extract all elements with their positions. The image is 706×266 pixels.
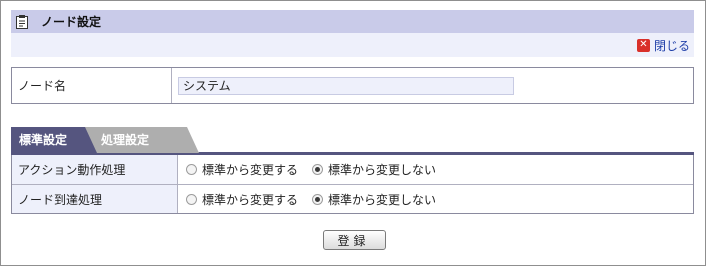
radio-label: 標準から変更する: [202, 192, 299, 207]
node-arrival-label: ノード到達処理: [12, 185, 178, 213]
page-title: ノード設定: [41, 15, 102, 29]
close-label: 閉じる: [653, 38, 690, 53]
register-button[interactable]: 登録: [323, 230, 386, 250]
action-no-change-option[interactable]: 標準から変更しない: [312, 161, 436, 178]
action-change-option[interactable]: 標準から変更する: [186, 161, 298, 178]
radio-button[interactable]: [186, 164, 197, 175]
settings-table: アクション動作処理 標準から変更する 標準から変更しない ノード到達処理 標準か…: [11, 155, 694, 214]
title-bar: ノード設定: [11, 10, 694, 33]
tab-process-settings[interactable]: 処理設定: [83, 127, 199, 153]
node-arrival-options: 標準から変更する 標準から変更しない: [178, 185, 693, 213]
settings-row: ノード到達処理 標準から変更する 標準から変更しない: [12, 185, 693, 213]
radio-label: 標準から変更しない: [328, 192, 437, 207]
radio-label: 標準から変更する: [202, 163, 299, 177]
action-processing-label: アクション動作処理: [12, 155, 178, 184]
node-name-table: ノード名: [11, 67, 694, 104]
document-icon: [16, 14, 28, 29]
radio-button-selected[interactable]: [312, 164, 324, 175]
close-icon: ✕: [636, 38, 650, 52]
radio-label: 標準から変更しない: [328, 163, 437, 177]
tab-standard-settings[interactable]: 標準設定: [11, 127, 97, 153]
radio-button-selected[interactable]: [312, 193, 324, 205]
close-button[interactable]: ✕ 閉じる: [636, 37, 690, 54]
node-name-input[interactable]: [178, 76, 514, 95]
dialog-frame: ノード設定 ✕ 閉じる ノード名 標準設定 処理設定 アクション動作処理 標準か…: [0, 0, 706, 266]
settings-row: アクション動作処理 標準から変更する 標準から変更しない: [12, 155, 693, 185]
tab-process-label: 処理設定: [101, 133, 150, 147]
action-processing-options: 標準から変更する 標準から変更しない: [178, 155, 693, 184]
radio-button[interactable]: [186, 193, 197, 205]
arrival-no-change-option[interactable]: 標準から変更しない: [312, 191, 436, 208]
arrival-change-option[interactable]: 標準から変更する: [186, 191, 298, 208]
tab-standard-label: 標準設定: [19, 133, 68, 147]
node-name-cell: [172, 68, 693, 103]
tab-bar: 標準設定 処理設定: [11, 127, 694, 153]
action-bar: ✕ 閉じる: [11, 33, 694, 57]
node-name-label: ノード名: [12, 68, 172, 103]
